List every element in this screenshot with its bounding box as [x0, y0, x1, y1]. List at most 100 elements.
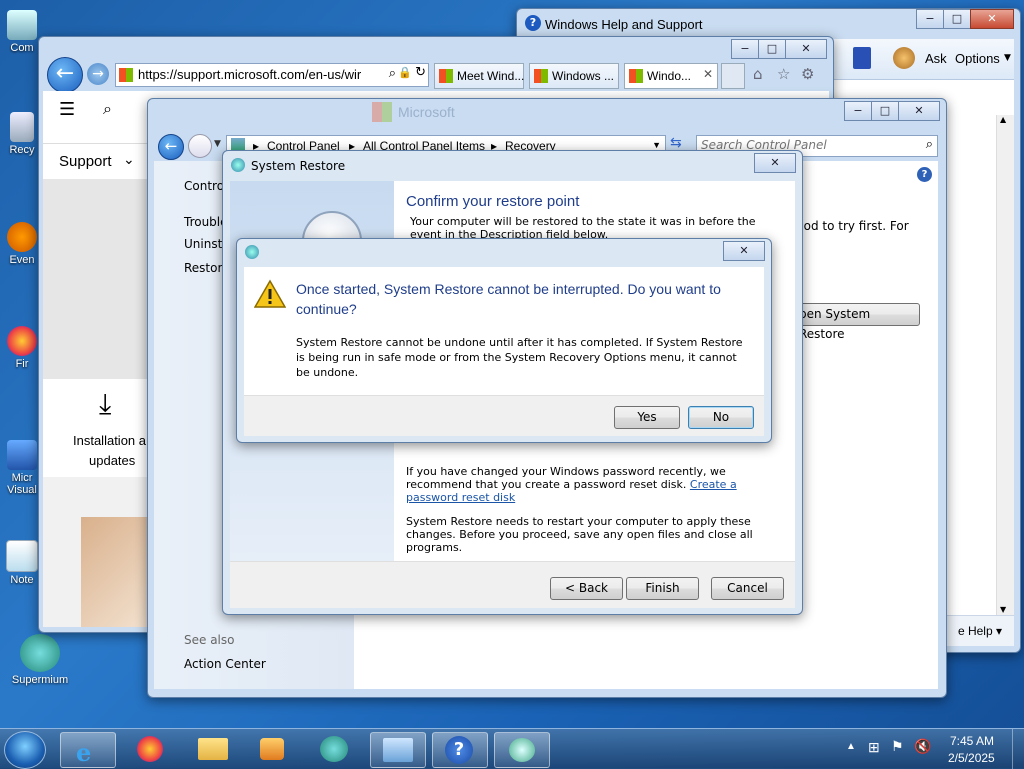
- confirm-footer: Yes No: [244, 395, 764, 436]
- browser-tab-1[interactable]: Meet Wind...: [434, 63, 524, 89]
- chevron-down-icon: ▼: [1004, 53, 1011, 63]
- close-button[interactable]: ✕: [785, 39, 827, 59]
- favorites-star-icon[interactable]: ☆: [777, 65, 790, 83]
- confirm-dialog[interactable]: ✕ Once started, System Restore cannot be…: [236, 238, 772, 443]
- chevron-down-icon[interactable]: ▼: [652, 140, 661, 150]
- hamburger-menu-icon[interactable]: ☰: [59, 99, 75, 120]
- updates-label[interactable]: updates: [89, 453, 135, 468]
- help-scrollbar[interactable]: ▲ ▼: [996, 115, 1014, 616]
- system-restore-title: System Restore: [251, 159, 346, 173]
- help-titlebar[interactable]: ? Windows Help and Support − □ ✕: [517, 9, 1020, 37]
- maximize-button[interactable]: □: [758, 39, 786, 59]
- new-tab-button[interactable]: [721, 63, 745, 89]
- maximize-button[interactable]: □: [943, 9, 971, 29]
- action-center-link[interactable]: Action Center: [184, 657, 266, 671]
- taskbar-control-panel[interactable]: [370, 732, 426, 768]
- forward-arrow-icon[interactable]: →: [87, 63, 109, 85]
- search-icon[interactable]: ⌕: [389, 66, 396, 81]
- lock-icon[interactable]: 🔒: [398, 66, 412, 79]
- start-button[interactable]: [4, 731, 46, 769]
- ask-button[interactable]: Ask: [925, 51, 947, 66]
- back-arrow-icon[interactable]: ←: [158, 134, 184, 160]
- support-nav[interactable]: Support ⌄: [43, 143, 163, 181]
- network-icon[interactable]: ⊞: [868, 739, 880, 756]
- show-hidden-icons-icon[interactable]: ▲: [846, 741, 856, 752]
- control-panel-icon: [383, 738, 413, 762]
- volume-muted-icon[interactable]: 🔇: [914, 738, 931, 755]
- close-button[interactable]: ✕: [754, 153, 796, 173]
- recent-pages-chevron-icon[interactable]: ▼: [214, 139, 221, 149]
- taskbar-internet-explorer[interactable]: e: [60, 732, 116, 768]
- taskbar-system-restore[interactable]: [494, 732, 550, 768]
- search-icon[interactable]: ⌕: [103, 99, 112, 119]
- left-link[interactable]: Trouble: [184, 215, 228, 229]
- refresh-icon[interactable]: ↻: [415, 65, 426, 80]
- taskbar-media-player[interactable]: [246, 732, 300, 766]
- no-button[interactable]: No: [688, 406, 754, 429]
- window-logo-text: Microsoft: [398, 104, 455, 120]
- left-link[interactable]: Contro: [184, 179, 224, 193]
- taskbar-help-support[interactable]: ?: [432, 732, 488, 768]
- desktop-icon-supermium[interactable]: Supermium: [0, 634, 80, 686]
- address-url: https://support.microsoft.com/en-us/wir: [138, 67, 362, 82]
- taskbar-firefox[interactable]: [124, 732, 178, 766]
- close-button[interactable]: ✕: [723, 241, 765, 261]
- yes-button[interactable]: Yes: [614, 406, 680, 429]
- options-button[interactable]: Options: [955, 51, 1000, 66]
- recycle-bin-icon: [10, 112, 34, 142]
- address-bar[interactable]: https://support.microsoft.com/en-us/wir …: [115, 63, 429, 87]
- site-header: ☰ ⌕: [43, 91, 163, 123]
- wizard-heading: Confirm your restore point: [406, 193, 580, 210]
- forward-arrow-icon[interactable]: [188, 134, 212, 158]
- close-button[interactable]: ✕: [898, 101, 940, 121]
- scroll-up-icon[interactable]: ▲: [1000, 115, 1006, 124]
- desktop-icon-label: Recy: [9, 144, 35, 156]
- clock-date[interactable]: 2/5/2025: [948, 751, 995, 765]
- show-desktop-button[interactable]: [1012, 729, 1024, 769]
- back-button[interactable]: < Back: [550, 577, 623, 600]
- chevron-down-icon: ⌄: [123, 152, 135, 168]
- desktop-icon-label: Fir: [15, 358, 29, 370]
- close-button[interactable]: ✕: [970, 9, 1014, 29]
- computer-icon: [7, 10, 37, 40]
- browse-help-icon[interactable]: [853, 47, 871, 69]
- system-restore-icon: [509, 738, 535, 762]
- cancel-button[interactable]: Cancel: [711, 577, 784, 600]
- maximize-button[interactable]: □: [871, 101, 899, 121]
- desktop-icon-label: Com: [10, 42, 34, 54]
- visual-studio-icon: [7, 440, 37, 470]
- room-photo: [81, 517, 151, 627]
- search-icon[interactable]: ⌕: [926, 137, 933, 152]
- firefox-icon: [137, 736, 163, 762]
- tab-label: Windo...: [647, 69, 692, 83]
- password-text: If you have changed your Windows passwor…: [406, 465, 726, 491]
- taskbar-supermium[interactable]: [308, 732, 362, 766]
- close-tab-icon[interactable]: ✕: [703, 67, 713, 81]
- support-menu-label: Support: [59, 153, 112, 170]
- gear-icon[interactable]: ⚙: [801, 65, 814, 83]
- clock-time[interactable]: 7:45 AM: [950, 734, 994, 748]
- minimize-button[interactable]: −: [844, 101, 872, 121]
- microsoft-logo-icon: [629, 69, 643, 83]
- everything-icon: [7, 222, 37, 252]
- taskbar-explorer[interactable]: [186, 732, 240, 766]
- browser-tab-3-active[interactable]: Windo... ✕: [624, 63, 718, 89]
- help-icon[interactable]: ?: [917, 167, 932, 182]
- microsoft-logo-icon: [534, 69, 548, 83]
- help-icon: ?: [445, 736, 473, 764]
- browser-tab-2[interactable]: Windows ...: [529, 63, 619, 89]
- refresh-icon[interactable]: ⇆: [670, 135, 682, 151]
- help-menu-button[interactable]: e Help ▾: [958, 624, 1002, 638]
- scroll-down-icon[interactable]: ▼: [1000, 605, 1006, 614]
- ask-people-icon: [893, 47, 915, 69]
- finish-button[interactable]: Finish: [626, 577, 699, 600]
- installation-label[interactable]: Installation a: [73, 433, 146, 448]
- restart-paragraph: System Restore needs to restart your com…: [406, 515, 753, 554]
- minimize-button[interactable]: −: [731, 39, 759, 59]
- minimize-button[interactable]: −: [916, 9, 944, 29]
- home-icon[interactable]: ⌂: [753, 65, 763, 83]
- media-player-icon: [260, 738, 284, 760]
- action-center-flag-icon[interactable]: ⚑: [891, 738, 904, 755]
- back-arrow-icon[interactable]: ←: [47, 57, 83, 93]
- open-system-restore-button[interactable]: pen System Restore: [794, 303, 920, 341]
